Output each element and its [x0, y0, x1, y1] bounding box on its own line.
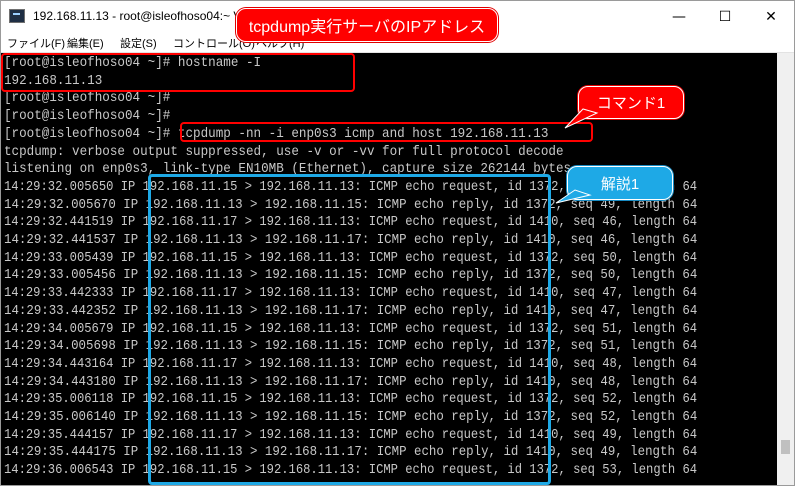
minimize-icon: —: [672, 8, 686, 25]
vertical-scrollbar[interactable]: [777, 53, 794, 485]
maximize-button[interactable]: ☐: [702, 1, 748, 32]
terminal-line: [root@isleofhoso04 ~]#: [4, 90, 171, 107]
explanation-callout: 解説1: [567, 166, 673, 200]
command-callout: コマンド1: [578, 86, 684, 119]
packet-highlight-box: [148, 174, 551, 485]
scrollbar-thumb[interactable]: [781, 440, 790, 454]
menu-settings[interactable]: 設定(S): [120, 35, 157, 51]
close-button[interactable]: ✕: [748, 1, 794, 32]
menu-file[interactable]: ファイル(F): [7, 35, 65, 51]
ip-address-callout: tcpdump実行サーバのIPアドレス: [236, 8, 498, 42]
terminal-app-icon: [9, 9, 25, 23]
menu-edit[interactable]: 編集(E): [67, 35, 104, 51]
minimize-button[interactable]: —: [656, 1, 702, 32]
close-icon: ✕: [765, 8, 777, 25]
window-title: 192.168.11.13 - root@isleofhoso04:~ VT: [33, 9, 249, 23]
terminal-line: [root@isleofhoso04 ~]#: [4, 108, 171, 125]
hostname-highlight-box: [1, 53, 355, 92]
terminal-line: tcpdump: verbose output suppressed, use …: [4, 143, 564, 160]
command-highlight-box: [180, 122, 593, 142]
maximize-icon: ☐: [718, 8, 732, 25]
